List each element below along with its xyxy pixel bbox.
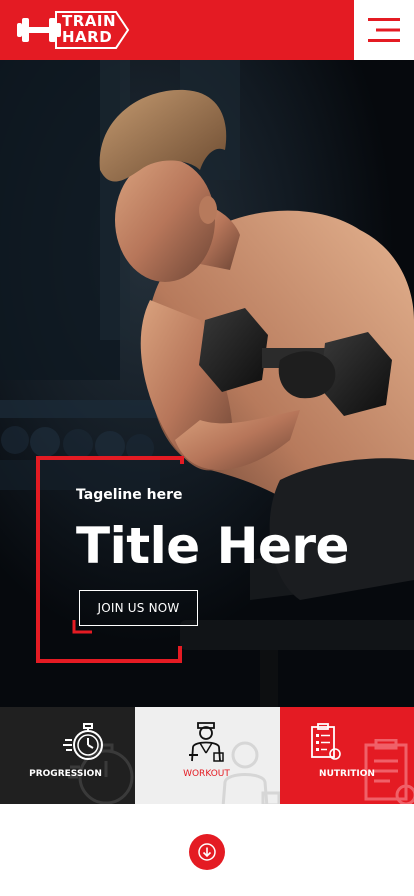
- trainer-icon: [189, 722, 224, 762]
- logo-text-train: TRAIN: [62, 12, 117, 30]
- menu-button[interactable]: [354, 0, 414, 60]
- header: TRAIN HARD: [0, 0, 414, 60]
- logo-text-hard: HARD: [62, 28, 113, 46]
- tile-nutrition-label: NUTRITION: [319, 769, 375, 779]
- clipboard-icon: [311, 723, 341, 760]
- join-us-button[interactable]: JOIN US NOW: [79, 590, 198, 626]
- arrow-down-icon: [198, 843, 216, 861]
- scroll-down-button[interactable]: [189, 834, 225, 870]
- tile-progression-label: PROGRESSION: [29, 769, 102, 779]
- hero-tagline: Tageline here: [76, 487, 183, 503]
- tile-progression[interactable]: PROGRESSION: [0, 707, 135, 804]
- hero-image: [0, 60, 414, 707]
- hero-section: Tageline here Title Here JOIN US NOW: [0, 60, 414, 707]
- feature-tiles: PROGRESSION WORKOUT NUTRITION: [0, 707, 414, 804]
- logo[interactable]: TRAIN HARD: [16, 9, 130, 51]
- tile-workout-label: WORKOUT: [183, 769, 230, 779]
- hero-title: Title Here: [76, 517, 349, 575]
- tile-workout[interactable]: WORKOUT: [135, 707, 280, 804]
- tile-nutrition[interactable]: NUTRITION: [280, 707, 414, 804]
- stopwatch-icon: [63, 723, 103, 760]
- hamburger-menu-icon: [368, 18, 400, 42]
